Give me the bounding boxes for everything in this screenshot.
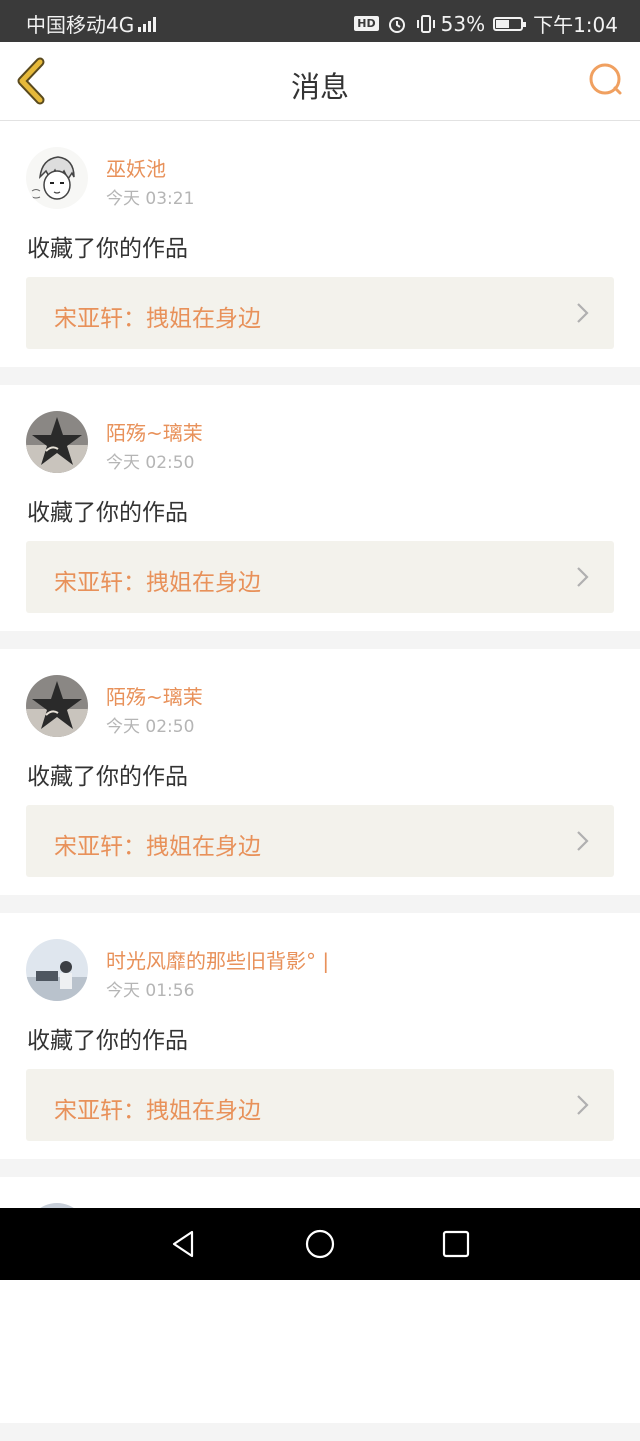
anime-sketch-avatar xyxy=(26,147,88,209)
timestamp: 今天 02:50 xyxy=(106,717,195,737)
battery-icon xyxy=(493,16,527,31)
work-link[interactable]: 宋亚轩：拽姐在身边 xyxy=(26,277,614,349)
chevron-right-icon xyxy=(577,567,589,587)
action-text: 收藏了你的作品 xyxy=(27,764,188,790)
work-title: 宋亚轩：拽姐在身边 xyxy=(54,570,261,596)
work-link[interactable]: 宋亚轩：拽姐在身边 xyxy=(26,805,614,877)
username[interactable]: 陌殇~璃茉 xyxy=(106,681,203,710)
hd-badge: HD xyxy=(354,16,379,31)
page-title: 消息 xyxy=(290,70,349,104)
nav-recent-icon[interactable] xyxy=(440,1228,472,1260)
message-card: 巫妖池 今天 03:21 收藏了你的作品 宋亚轩：拽姐在身边 xyxy=(0,121,640,367)
search-button[interactable] xyxy=(586,60,626,100)
battery-percent: 53% xyxy=(440,11,486,36)
action-text: 收藏了你的作品 xyxy=(27,500,188,526)
system-nav-bar xyxy=(0,1208,640,1280)
work-title: 宋亚轩：拽姐在身边 xyxy=(54,306,261,332)
avatar[interactable] xyxy=(26,147,88,209)
avatar[interactable] xyxy=(26,939,88,1001)
work-title: 宋亚轩：拽姐在身边 xyxy=(54,834,261,860)
signal-icon xyxy=(138,16,158,32)
status-bar: 中国移动4G HD 53% 下午1:04 xyxy=(0,0,640,42)
dark-star-avatar xyxy=(26,411,88,473)
username[interactable]: 时光风靡的那些旧背影° | xyxy=(106,945,329,974)
action-text: 收藏了你的作品 xyxy=(27,236,188,262)
work-title: 宋亚轩：拽姐在身边 xyxy=(54,1098,261,1124)
avatar[interactable] xyxy=(26,675,88,737)
action-text: 收藏了你的作品 xyxy=(27,1028,188,1054)
sky-photo-avatar xyxy=(26,939,88,1001)
message-card: 时光风靡的那些旧背影° | 今天 01:56 收藏了你的作品 宋亚轩：拽姐在身边 xyxy=(0,913,640,1159)
nav-back-icon[interactable] xyxy=(168,1228,200,1260)
work-link[interactable]: 宋亚轩：拽姐在身边 xyxy=(26,1069,614,1141)
vibrate-icon xyxy=(416,14,435,33)
message-card: 陌殇~璃茉 今天 02:50 收藏了你的作品 宋亚轩：拽姐在身边 xyxy=(0,385,640,631)
message-card: 陌殇~璃茉 今天 02:50 收藏了你的作品 宋亚轩：拽姐在身边 xyxy=(0,649,640,895)
app-header: 消息 xyxy=(0,42,640,121)
carrier-label: 中国移动4G xyxy=(26,13,135,37)
alarm-icon xyxy=(388,16,405,33)
clock: 下午1:04 xyxy=(533,13,618,37)
timestamp: 今天 02:50 xyxy=(106,453,195,473)
chevron-right-icon xyxy=(577,303,589,323)
chevron-right-icon xyxy=(577,831,589,851)
username[interactable]: 陌殇~璃茉 xyxy=(106,417,203,446)
search-icon xyxy=(589,63,622,95)
work-link[interactable]: 宋亚轩：拽姐在身边 xyxy=(26,541,614,613)
avatar[interactable] xyxy=(26,411,88,473)
username[interactable]: 巫妖池 xyxy=(106,153,166,182)
nav-home-icon[interactable] xyxy=(304,1228,336,1260)
timestamp: 今天 01:56 xyxy=(106,981,195,1001)
timestamp: 今天 03:21 xyxy=(106,189,195,209)
dark-star-avatar xyxy=(26,675,88,737)
chevron-right-icon xyxy=(577,1095,589,1115)
